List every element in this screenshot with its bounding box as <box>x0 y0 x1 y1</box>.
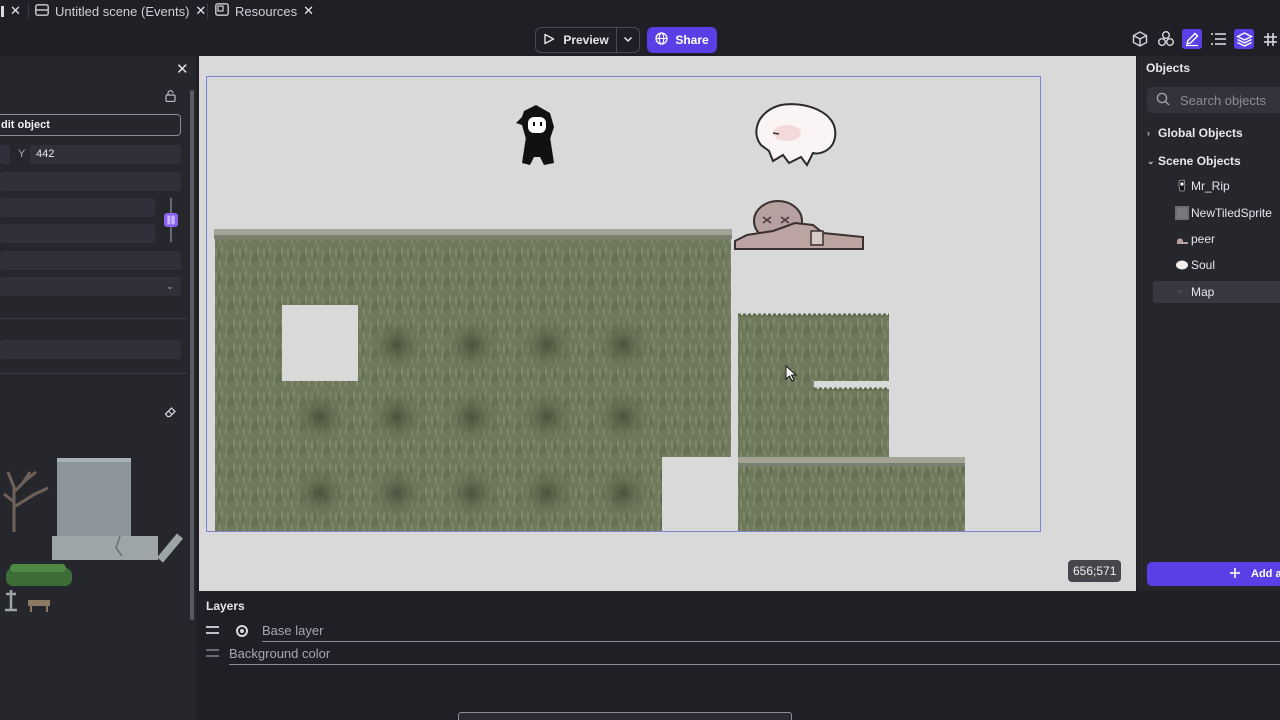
editor-toolbar-icons <box>1130 29 1280 49</box>
tab-label: Untitled scene (Events) <box>55 3 190 19</box>
edit-object-button[interactable]: dit object <box>0 114 181 136</box>
divider <box>0 373 188 374</box>
object-item-soul[interactable]: Soul <box>1153 254 1280 276</box>
scrollbar[interactable] <box>190 90 194 620</box>
properties-panel: ✕ dit object Y 442 ⛓ ⌄ <box>0 56 196 720</box>
chevron-right-icon: › <box>1147 128 1150 138</box>
object-label: Soul <box>1191 258 1216 272</box>
search-input[interactable]: Search objects <box>1147 87 1280 113</box>
soul-sprite[interactable] <box>755 103 837 167</box>
layers-panel-title: Layers <box>206 599 245 613</box>
close-icon[interactable]: ✕ <box>10 3 21 19</box>
property-select[interactable] <box>0 277 181 296</box>
layer-row-background[interactable]: Background color <box>199 645 1280 665</box>
layer-name[interactable]: Background color <box>229 646 330 661</box>
layer-underline <box>229 664 1280 665</box>
edit-pencil-icon[interactable] <box>1182 29 1202 49</box>
property-field[interactable] <box>0 224 155 243</box>
object-item-newtiledsprite[interactable]: NewTiledSprite <box>1153 202 1280 224</box>
property-field[interactable] <box>0 198 155 217</box>
objects-panel-title: Objects <box>1146 61 1191 75</box>
property-field[interactable] <box>0 340 181 359</box>
add-object-label: Add a <box>1251 568 1280 580</box>
visibility-radio[interactable] <box>236 625 248 637</box>
object-groups-icon[interactable] <box>1156 29 1176 49</box>
panel-resize-handle[interactable] <box>458 712 792 720</box>
x-field[interactable] <box>0 145 10 164</box>
layer-underline <box>262 641 1280 642</box>
group-label: Global Objects <box>1158 126 1243 140</box>
property-field[interactable] <box>0 251 181 270</box>
close-icon[interactable]: ✕ <box>176 60 189 78</box>
object-item-peer[interactable]: peer <box>1153 228 1280 250</box>
tab-resources[interactable]: Resources ✕ <box>215 0 314 22</box>
object-label: Mr_Rip <box>1191 179 1230 193</box>
chevron-down-icon[interactable]: ⌄ <box>166 281 174 292</box>
tileset-preview[interactable] <box>0 432 190 620</box>
tiled-sprite-thumbnail <box>1175 206 1189 220</box>
tab-label: Resources <box>235 3 298 19</box>
group-label: Scene Objects <box>1158 154 1241 168</box>
preview-button[interactable]: Preview <box>535 27 617 53</box>
unlock-icon[interactable] <box>165 90 176 105</box>
drag-handle-icon <box>206 649 219 657</box>
object-label: Map <box>1191 285 1215 299</box>
tab-divider <box>28 3 29 19</box>
scene-canvas[interactable]: 656;571 <box>199 56 1136 591</box>
tab-scene[interactable]: ✕ <box>0 0 21 22</box>
y-label: Y <box>18 148 26 160</box>
object-label: peer <box>1191 232 1216 246</box>
tab-bar: ✕ Untitled scene (Events) ✕ Resources ✕ <box>0 0 1280 22</box>
toolbar: Preview Share <box>0 22 1280 56</box>
add-object-button[interactable]: Add a <box>1147 562 1280 586</box>
object-item-mr-rip[interactable]: Mr_Rip <box>1153 175 1280 197</box>
drag-handle-icon[interactable] <box>206 626 219 634</box>
tab-divider <box>207 3 208 19</box>
search-placeholder: Search objects <box>1180 92 1266 108</box>
y-value: 442 <box>36 148 55 160</box>
preview-options-button[interactable] <box>616 27 640 53</box>
map-thumbnail <box>1175 285 1189 299</box>
tab-label <box>0 5 4 17</box>
close-icon[interactable]: ✕ <box>303 3 314 19</box>
share-label: Share <box>675 33 709 47</box>
divider <box>0 318 188 319</box>
layer-name[interactable]: Base layer <box>262 623 323 638</box>
close-icon[interactable]: ✕ <box>195 3 206 19</box>
cursor-coordinates: 656;571 <box>1068 560 1122 582</box>
object-item-map[interactable]: Map <box>1153 281 1280 303</box>
layers-icon[interactable] <box>1234 29 1254 49</box>
scene-objects-group[interactable]: ⌄ Scene Objects <box>1147 154 1241 168</box>
eraser-icon[interactable] <box>164 405 177 421</box>
peer-sprite[interactable] <box>734 200 864 250</box>
global-objects-group[interactable]: › Global Objects <box>1147 126 1243 140</box>
mr-rip-sprite[interactable] <box>516 105 554 165</box>
globe-icon <box>655 32 668 48</box>
object-label: NewTiledSprite <box>1191 206 1272 220</box>
objects-panel: Objects Search objects › Global Objects … <box>1137 56 1280 591</box>
tab-events[interactable]: Untitled scene (Events) ✕ <box>35 0 206 22</box>
scene-bounds <box>206 76 1041 532</box>
play-icon <box>543 33 555 48</box>
search-icon <box>1156 92 1170 109</box>
slider-lock-icon[interactable]: ⛓ <box>164 213 178 227</box>
chevron-down-icon: ⌄ <box>1147 155 1155 166</box>
layer-row-base[interactable]: Base layer <box>199 622 1280 642</box>
layers-panel: Layers Base layer Background color <box>199 593 1280 720</box>
peer-thumbnail <box>1175 232 1189 246</box>
share-button[interactable]: Share <box>647 27 717 53</box>
preview-label: Preview <box>563 33 609 47</box>
events-list-icon[interactable] <box>1208 29 1228 49</box>
resources-icon <box>215 3 229 19</box>
object-cube-icon[interactable] <box>1130 29 1150 49</box>
events-list-icon <box>35 3 49 19</box>
soul-thumbnail <box>1175 258 1189 272</box>
plus-icon <box>1229 567 1241 582</box>
grid-icon[interactable] <box>1260 29 1280 49</box>
map-tiles[interactable] <box>214 229 965 532</box>
property-field[interactable] <box>0 172 181 191</box>
chevron-down-icon <box>623 34 633 46</box>
mr-rip-thumbnail <box>1175 179 1189 193</box>
